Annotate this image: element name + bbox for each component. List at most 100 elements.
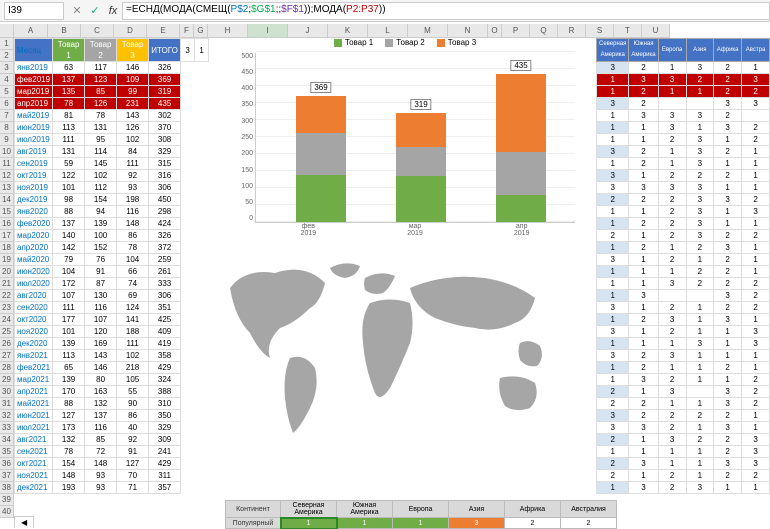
region-cell[interactable]: 1 xyxy=(597,278,629,290)
cell-value[interactable]: 326 xyxy=(149,230,181,242)
cell-value[interactable]: 93 xyxy=(85,482,117,494)
region-cell[interactable]: 2 xyxy=(714,110,742,122)
row-header-10[interactable]: 10 xyxy=(0,146,14,158)
continent-summary-table[interactable]: КонтинентСеверная АмерикаЮжная АмерикаЕв… xyxy=(225,500,617,529)
cell-value[interactable]: 132 xyxy=(53,434,85,446)
cell-month[interactable]: апр2020 xyxy=(15,242,53,254)
row-header-16[interactable]: 16 xyxy=(0,218,14,230)
region-cell[interactable]: 2 xyxy=(686,74,714,86)
cell-value[interactable]: 111 xyxy=(117,158,149,170)
cell-value[interactable]: 104 xyxy=(117,254,149,266)
cell-month[interactable]: янв2019 xyxy=(15,62,53,74)
cell-month[interactable]: мар2020 xyxy=(15,230,53,242)
region-cell[interactable]: 1 xyxy=(629,386,658,398)
region-cell[interactable]: 1 xyxy=(629,122,658,134)
region-cell[interactable]: 1 xyxy=(629,278,658,290)
popular-value[interactable]: 1 xyxy=(393,518,449,529)
cell-value[interactable]: 131 xyxy=(53,146,85,158)
region-cell[interactable]: 3 xyxy=(742,458,770,470)
region-cell[interactable]: 1 xyxy=(597,338,629,350)
row-header-24[interactable]: 24 xyxy=(0,314,14,326)
cell-value[interactable]: 71 xyxy=(117,482,149,494)
cell-value[interactable]: 69 xyxy=(117,290,149,302)
region-cell[interactable]: 1 xyxy=(742,218,770,230)
region-cell[interactable]: 2 xyxy=(742,290,770,302)
region-cell[interactable]: 2 xyxy=(714,170,742,182)
region-cell[interactable]: 2 xyxy=(714,278,742,290)
region-cell[interactable]: 3 xyxy=(742,206,770,218)
row-header-32[interactable]: 32 xyxy=(0,410,14,422)
region-cell[interactable]: 1 xyxy=(658,158,686,170)
cell-value[interactable]: 88 xyxy=(53,398,85,410)
region-cell[interactable]: 1 xyxy=(686,122,714,134)
cell-value[interactable]: 94 xyxy=(85,206,117,218)
region-cell[interactable]: 2 xyxy=(742,386,770,398)
column-header-J[interactable]: J xyxy=(288,24,328,38)
region-cell[interactable]: 1 xyxy=(658,458,686,470)
cell-value[interactable]: 116 xyxy=(85,422,117,434)
cell-month[interactable]: июл2021 xyxy=(15,422,53,434)
cell-month[interactable]: дек2019 xyxy=(15,194,53,206)
region-cell[interactable]: 1 xyxy=(597,374,629,386)
column-header-A[interactable]: A xyxy=(14,24,48,38)
region-cell[interactable]: 2 xyxy=(658,206,686,218)
cell-month[interactable]: окт2020 xyxy=(15,314,53,326)
row-header-4[interactable]: 4 xyxy=(0,74,14,86)
column-header-Q[interactable]: Q xyxy=(530,24,558,38)
region-cell[interactable]: 2 xyxy=(629,146,658,158)
cell-value[interactable]: 79 xyxy=(53,254,85,266)
cell-value[interactable]: 116 xyxy=(117,206,149,218)
region-cell[interactable]: 1 xyxy=(658,146,686,158)
row-header-18[interactable]: 18 xyxy=(0,242,14,254)
cell-value[interactable]: 259 xyxy=(149,254,181,266)
cell-value[interactable]: 120 xyxy=(85,326,117,338)
region-cell[interactable]: 2 xyxy=(597,386,629,398)
region-cell[interactable]: 2 xyxy=(629,86,658,98)
region-header[interactable]: Австра xyxy=(742,39,770,62)
cell-value[interactable]: 100 xyxy=(85,230,117,242)
cell-value[interactable]: 126 xyxy=(85,98,117,110)
region-cell[interactable]: 2 xyxy=(686,278,714,290)
region-cell[interactable]: 3 xyxy=(686,482,714,494)
cell-value[interactable]: 231 xyxy=(117,98,149,110)
cell-value[interactable]: 78 xyxy=(53,98,85,110)
cell-value[interactable]: 173 xyxy=(53,422,85,434)
cell-value[interactable]: 358 xyxy=(149,350,181,362)
cell-value[interactable]: 114 xyxy=(85,146,117,158)
cell-value[interactable]: 198 xyxy=(117,194,149,206)
cell-value[interactable]: 351 xyxy=(149,302,181,314)
row-header-36[interactable]: 36 xyxy=(0,458,14,470)
region-header[interactable]: Европа xyxy=(658,39,686,62)
column-header-H[interactable]: H xyxy=(208,24,248,38)
region-cell[interactable]: 2 xyxy=(742,374,770,386)
region-cell[interactable]: 1 xyxy=(742,182,770,194)
region-cell[interactable]: 1 xyxy=(742,410,770,422)
cell-value[interactable]: 137 xyxy=(53,218,85,230)
region-cell[interactable]: 2 xyxy=(658,374,686,386)
row-header-30[interactable]: 30 xyxy=(0,386,14,398)
region-cell[interactable]: 2 xyxy=(597,230,629,242)
region-cell[interactable]: 2 xyxy=(686,242,714,254)
cell-value[interactable]: 142 xyxy=(53,242,85,254)
row-header-5[interactable]: 5 xyxy=(0,86,14,98)
region-cell[interactable]: 3 xyxy=(597,326,629,338)
cell-month[interactable]: сен2019 xyxy=(15,158,53,170)
row-header-34[interactable]: 34 xyxy=(0,434,14,446)
region-cell[interactable]: 1 xyxy=(629,470,658,482)
region-cell[interactable]: 1 xyxy=(629,254,658,266)
region-cell[interactable]: 1 xyxy=(742,482,770,494)
region-cell[interactable]: 2 xyxy=(742,302,770,314)
continent-name[interactable]: Северная Америка xyxy=(281,501,337,518)
cell-month[interactable]: дек2020 xyxy=(15,338,53,350)
region-cell[interactable] xyxy=(658,290,686,302)
region-cell[interactable]: 2 xyxy=(597,398,629,410)
region-cell[interactable]: 3 xyxy=(597,302,629,314)
fx-icon[interactable]: fx xyxy=(104,2,122,20)
cell-value[interactable]: 324 xyxy=(149,374,181,386)
confirm-icon[interactable]: ✓ xyxy=(86,2,104,20)
region-cell[interactable]: 1 xyxy=(629,446,658,458)
region-matrix[interactable]: Северная АмерикаЮжная АмерикаЕвропаАзияА… xyxy=(596,38,770,494)
region-cell[interactable]: 1 xyxy=(597,134,629,146)
column-header-L[interactable]: L xyxy=(368,24,408,38)
region-cell[interactable] xyxy=(658,98,686,110)
